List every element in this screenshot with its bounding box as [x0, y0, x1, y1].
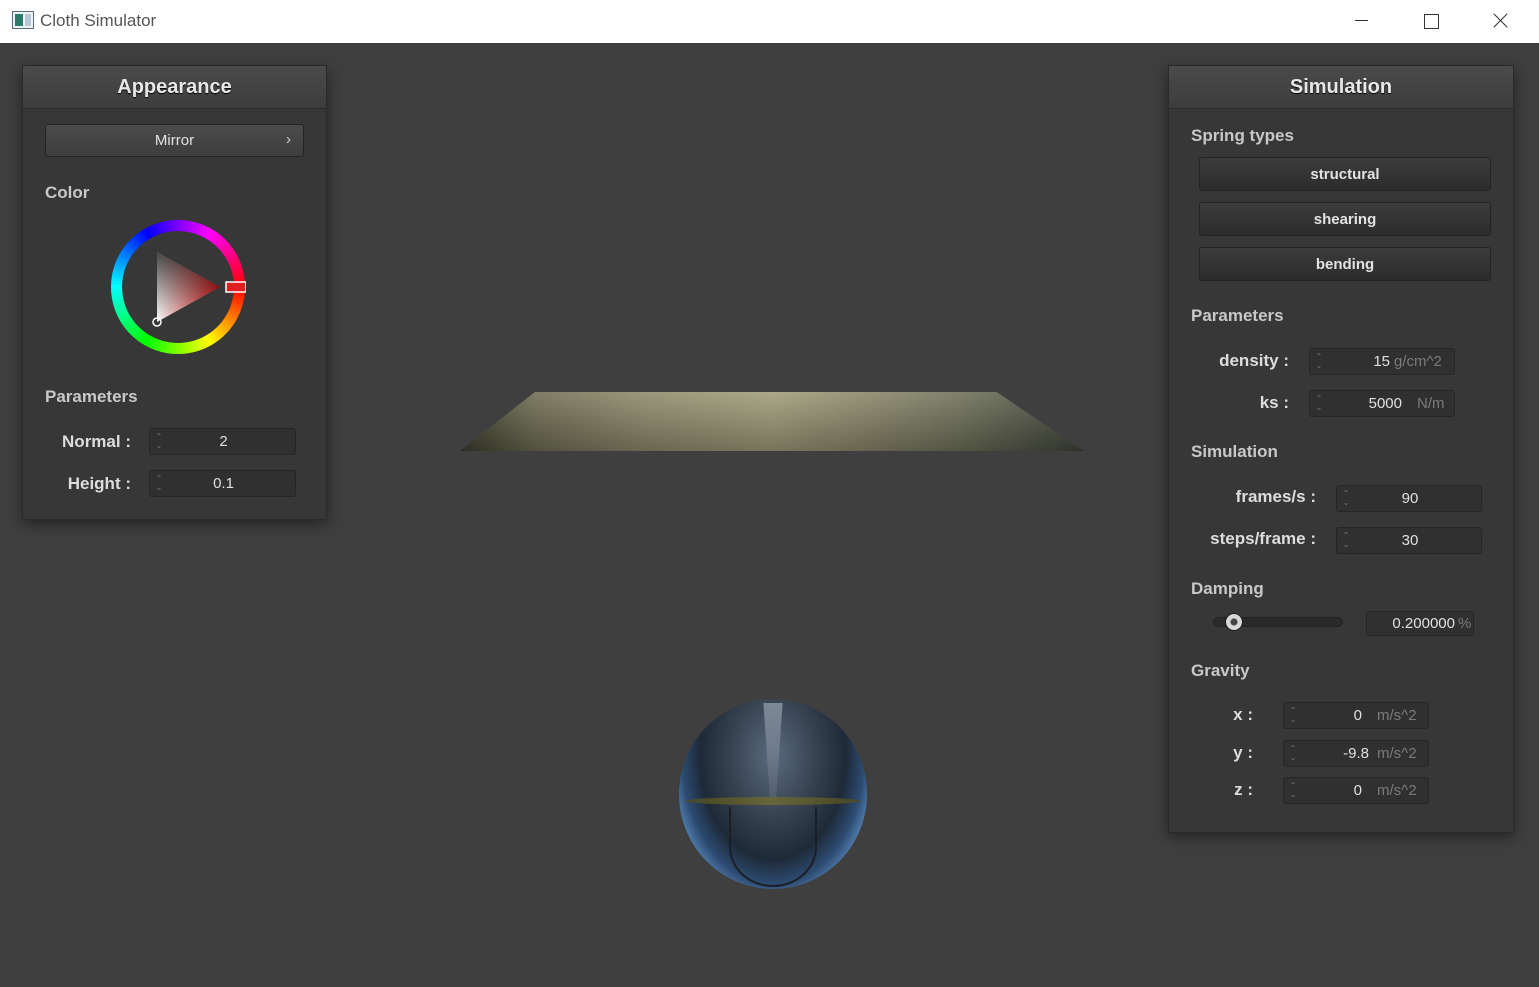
gravity-y-label: y : — [1233, 743, 1253, 762]
simulation-parameters-label: Parameters — [1191, 306, 1284, 325]
chevron-right-icon: › — [286, 131, 291, 148]
appearance-panel-title[interactable]: Appearance — [23, 66, 326, 109]
structural-button[interactable]: structural — [1199, 157, 1491, 191]
damping-label: Damping — [1191, 579, 1264, 598]
spinbox-arrows-icon[interactable]: ⌃ ⌄ — [1315, 394, 1323, 414]
shader-dropdown[interactable]: Mirror › — [45, 124, 304, 157]
app-icon — [12, 11, 34, 29]
title-bar: Cloth Simulator — [0, 0, 1539, 43]
spinbox-arrows-icon[interactable]: ⌃ ⌄ — [1289, 781, 1297, 801]
damping-slider[interactable] — [1213, 613, 1343, 631]
fps-label: frames/s : — [1235, 487, 1316, 506]
minimize-button[interactable] — [1338, 6, 1384, 36]
damping-value-box[interactable]: 0.200000 % — [1366, 611, 1474, 636]
maximize-button[interactable] — [1407, 6, 1453, 36]
gravity-label: Gravity — [1191, 661, 1250, 680]
spinbox-arrows-icon[interactable]: ⌃ ⌄ — [1315, 352, 1323, 372]
gravity-y-spinbox[interactable]: ⌃ ⌄ -9.8 m/s^2 — [1283, 740, 1429, 767]
normal-spinbox[interactable]: ⌃ ⌄ 2 — [149, 428, 296, 455]
shearing-button[interactable]: shearing — [1199, 202, 1491, 236]
normal-label: Normal : — [62, 432, 131, 451]
spring-types-label: Spring types — [1191, 126, 1294, 145]
gravity-z-label: z : — [1234, 780, 1253, 799]
color-label: Color — [45, 183, 90, 202]
damping-slider-handle[interactable] — [1225, 613, 1243, 631]
hue-marker[interactable] — [225, 281, 247, 293]
spinbox-arrows-icon[interactable]: ⌃ ⌄ — [1289, 744, 1297, 764]
simulation-section-label: Simulation — [1191, 442, 1278, 461]
ks-spinbox[interactable]: ⌃ ⌄ 5000 N/m — [1309, 390, 1455, 417]
appearance-panel: Appearance Mirror › Color Parameters Nor… — [22, 65, 327, 520]
fps-spinbox[interactable]: ⌃ ⌄ 90 — [1336, 485, 1482, 512]
close-button[interactable] — [1477, 6, 1523, 36]
spinbox-arrows-icon[interactable]: ⌃ ⌄ — [1289, 706, 1297, 726]
density-label: density : — [1219, 351, 1289, 370]
simulation-panel: Simulation Spring types structural shear… — [1168, 65, 1514, 833]
cloth-mesh — [460, 392, 1084, 451]
height-label: Height : — [67, 474, 131, 493]
simulation-panel-title[interactable]: Simulation — [1169, 66, 1513, 109]
window-title: Cloth Simulator — [40, 11, 157, 30]
ks-label: ks : — [1259, 393, 1289, 412]
height-spinbox[interactable]: ⌃ ⌄ 0.1 — [149, 470, 296, 497]
density-spinbox[interactable]: ⌃ ⌄ 15 g/cm^2 — [1309, 348, 1455, 375]
steps-spinbox[interactable]: ⌃ ⌄ 30 — [1336, 527, 1482, 554]
gravity-x-spinbox[interactable]: ⌃ ⌄ 0 m/s^2 — [1283, 702, 1429, 729]
gravity-x-label: x : — [1233, 705, 1253, 724]
mirror-sphere — [679, 699, 867, 889]
color-wheel[interactable] — [110, 219, 247, 355]
gravity-z-spinbox[interactable]: ⌃ ⌄ 0 m/s^2 — [1283, 777, 1429, 804]
shader-dropdown-label: Mirror — [154, 132, 195, 149]
steps-label: steps/frame : — [1210, 529, 1316, 548]
bending-button[interactable]: bending — [1199, 247, 1491, 281]
appearance-parameters-label: Parameters — [45, 387, 138, 406]
